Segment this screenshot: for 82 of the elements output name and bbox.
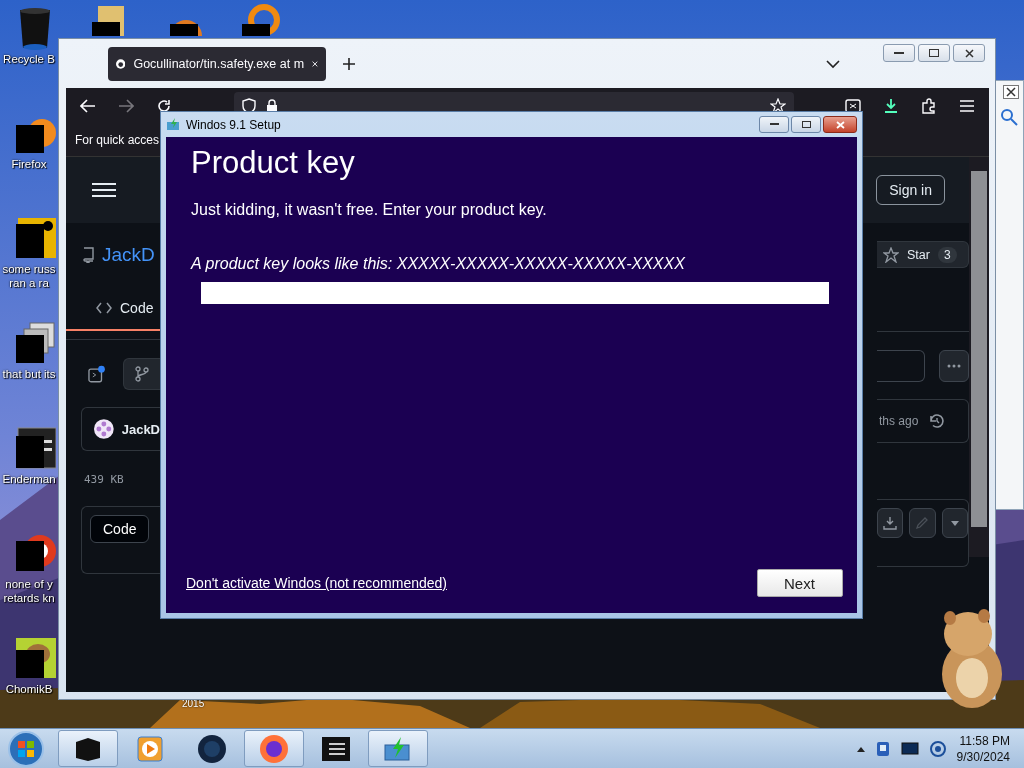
reload-icon[interactable] (156, 98, 172, 114)
show-hidden-icon[interactable] (856, 745, 865, 752)
icon-label: some russ ran a ra (1, 262, 57, 290)
code-button[interactable]: Code (90, 515, 150, 543)
commit-time: ths ago (879, 414, 919, 428)
close-icon (835, 120, 845, 129)
dropdown-button[interactable] (941, 508, 968, 538)
icon-label: none of y retards kn (2, 577, 56, 605)
bookmarks-hint: For quick acces (75, 133, 160, 147)
search-icon[interactable] (999, 107, 1019, 127)
minimize-icon (894, 51, 904, 55)
download-button[interactable] (877, 508, 904, 538)
icon-label: that but its (1, 367, 57, 381)
scrollbar[interactable] (969, 157, 989, 557)
star-icon (883, 246, 899, 263)
clock-date[interactable]: 9/30/2024 (956, 748, 1010, 765)
search-field[interactable] (877, 350, 925, 382)
minimize-button[interactable] (883, 44, 915, 62)
menu-icon[interactable] (92, 182, 116, 198)
code-icon (96, 302, 112, 314)
avatar-icon (94, 419, 114, 439)
maximize-icon (801, 121, 811, 128)
play-icon (137, 735, 163, 762)
caret-icon (950, 520, 959, 526)
shortcut-icon[interactable] (14, 636, 56, 680)
chevron-down-icon[interactable] (826, 58, 840, 69)
history-icon[interactable] (928, 412, 947, 430)
product-key-field[interactable] (201, 282, 829, 304)
skip-activation-link[interactable]: Don't activate Windos (not recommended) (186, 575, 447, 591)
icon-label: Enderman (1, 472, 57, 486)
branch-icon (135, 366, 150, 382)
clock-time[interactable]: 11:58 PM (959, 732, 1010, 749)
close-button[interactable] (953, 44, 985, 62)
back-icon[interactable] (80, 99, 96, 113)
repo-owner-link[interactable]: JackD (102, 244, 155, 266)
lock-icon (266, 99, 278, 113)
panel-icon[interactable] (88, 365, 106, 383)
maximize-icon (929, 49, 939, 57)
sign-in-button[interactable]: Sign in (876, 175, 945, 205)
download-icon[interactable] (883, 98, 899, 114)
pencil-icon (915, 516, 930, 530)
maximize-button[interactable] (791, 116, 821, 133)
download-icon (883, 516, 898, 530)
start-button[interactable] (6, 729, 46, 768)
maximize-button[interactable] (918, 44, 950, 62)
setup-icon (383, 735, 413, 762)
icon-label: ChomikB (4, 682, 54, 696)
shortcut-icon[interactable] (14, 216, 56, 260)
setup-icon (166, 118, 180, 131)
minimize-button[interactable] (759, 116, 789, 133)
close-icon (964, 48, 974, 58)
desktop-caption: 2015 (182, 698, 205, 709)
icon-label: Recycle B (2, 52, 56, 66)
star-icon[interactable] (770, 98, 786, 114)
dialog-heading: Product key (191, 145, 356, 181)
close-button[interactable] (823, 116, 857, 133)
next-button[interactable]: Next (757, 569, 843, 597)
icon-label: Firefox (10, 157, 48, 171)
star-button[interactable]: Star 3 (877, 241, 969, 268)
browser-tab[interactable]: Gocullinator/tin.safety.exe at m (108, 46, 326, 81)
shield-icon (242, 98, 256, 114)
file-size: 439 KB (84, 473, 125, 486)
puzzle-icon[interactable] (921, 98, 937, 114)
taskbar-button[interactable] (58, 730, 118, 767)
shortcut-icon[interactable] (14, 426, 56, 470)
star-count: 3 (937, 246, 957, 263)
dialog-message: Just kidding, it wasn't free. Enter your product key. (191, 201, 548, 219)
product-key-hint: A product key looks like this: XXXXX-XXXXX-XXXXX-XXXXX-XXXXX (191, 255, 686, 273)
more-icon (947, 364, 961, 368)
taskbar-button[interactable] (244, 730, 304, 767)
commit-author[interactable]: JackD (121, 421, 160, 437)
repo-icon (82, 247, 94, 263)
new-tab-icon[interactable] (342, 56, 356, 71)
forward-icon[interactable] (118, 99, 134, 113)
shortcut-icon[interactable] (14, 321, 56, 365)
branch-button[interactable] (123, 358, 160, 390)
close-icon[interactable] (1003, 85, 1019, 99)
screenshot-icon[interactable] (845, 98, 861, 114)
window-title: Windos 9.1 Setup (186, 117, 281, 132)
box-icon (73, 735, 103, 762)
monitor-icon[interactable] (900, 741, 919, 756)
terminal-icon (321, 735, 351, 762)
